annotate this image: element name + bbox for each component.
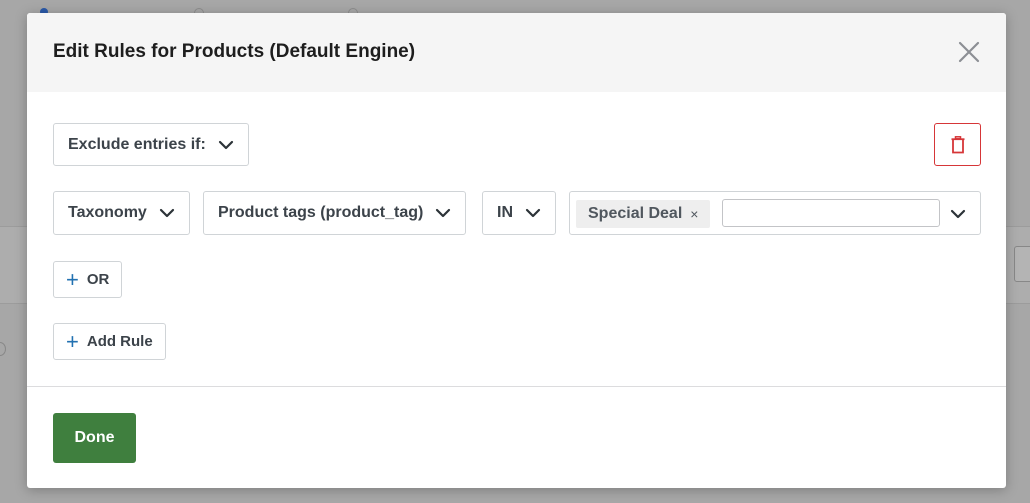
background-radio <box>0 342 6 356</box>
chevron-down-icon <box>159 208 175 218</box>
add-or-button[interactable]: + OR <box>53 261 123 298</box>
taxonomy-select[interactable]: Product tags (product_tag) <box>203 191 467 235</box>
rule-type-label: Taxonomy <box>68 204 147 221</box>
background-button <box>1014 246 1030 282</box>
tag-label: Special Deal <box>588 205 683 222</box>
footer-divider <box>27 386 1006 387</box>
edit-rules-modal: Edit Rules for Products (Default Engine)… <box>27 13 1006 488</box>
modal-header: Edit Rules for Products (Default Engine) <box>27 13 1006 92</box>
done-button[interactable]: Done <box>53 413 136 463</box>
chevron-down-icon <box>218 140 234 150</box>
close-button[interactable] <box>956 39 982 65</box>
operator-select[interactable]: IN <box>482 191 556 235</box>
chevron-down-icon[interactable] <box>950 206 966 224</box>
add-rule-button[interactable]: + Add Rule <box>53 323 166 360</box>
taxonomy-label: Product tags (product_tag) <box>218 204 424 221</box>
or-label: OR <box>86 271 110 288</box>
modal-title: Edit Rules for Products (Default Engine) <box>53 41 416 62</box>
add-rule-label: Add Rule <box>86 333 153 350</box>
chevron-down-icon <box>435 208 451 218</box>
close-icon <box>958 41 980 63</box>
delete-rule-group-button[interactable] <box>934 123 981 166</box>
chevron-down-icon <box>525 208 541 218</box>
rule-type-select[interactable]: Taxonomy <box>53 191 190 235</box>
trash-icon <box>951 135 964 153</box>
selected-tag: Special Deal × <box>576 200 711 228</box>
plus-icon: + <box>66 266 79 292</box>
term-multiselect[interactable]: Special Deal × <box>569 191 981 235</box>
tag-remove-button[interactable]: × <box>690 206 698 222</box>
operator-label: IN <box>497 204 513 221</box>
term-search-input[interactable] <box>722 199 940 227</box>
condition-select[interactable]: Exclude entries if: <box>53 123 249 166</box>
plus-icon: + <box>66 328 79 354</box>
condition-label: Exclude entries if: <box>68 135 206 153</box>
